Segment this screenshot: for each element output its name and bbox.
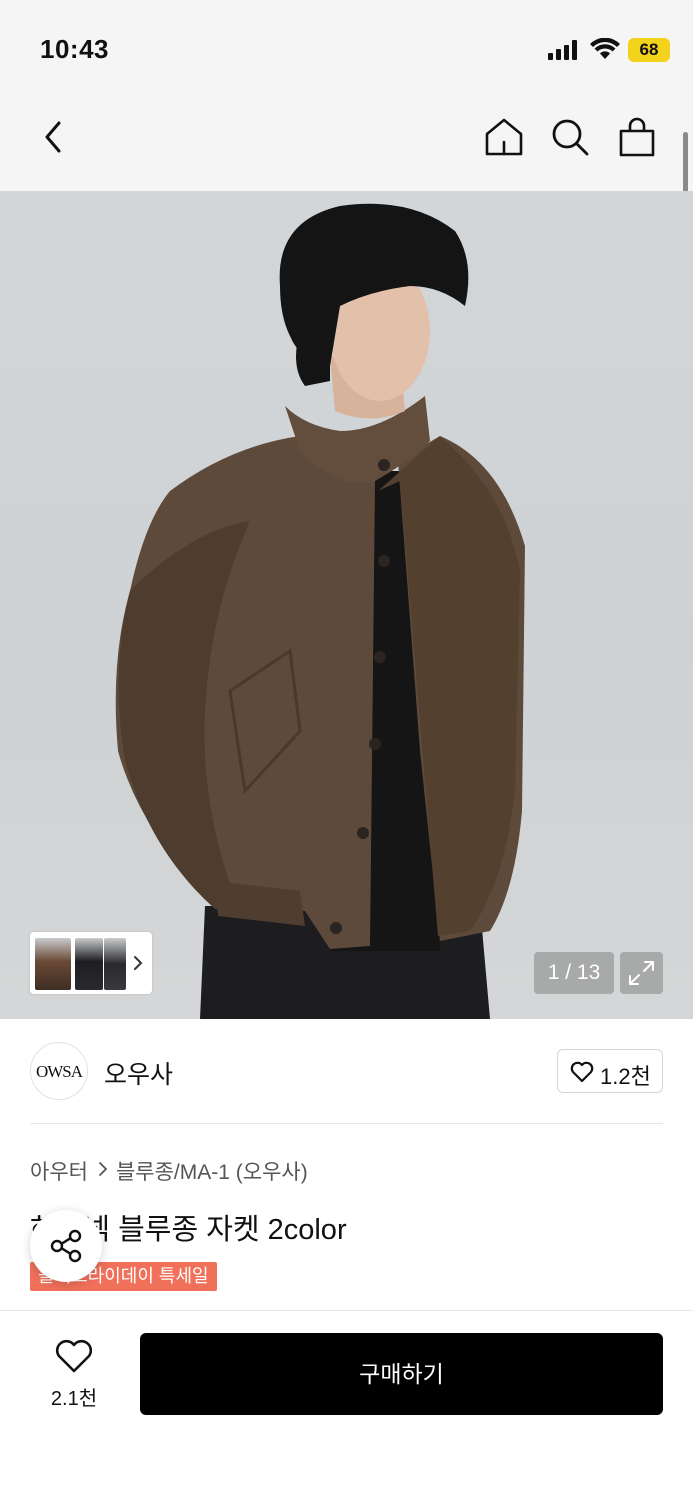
- thumbnail-image[interactable]: [35, 938, 71, 990]
- thumbnail-image[interactable]: [104, 938, 126, 990]
- chevron-right-icon[interactable]: [131, 954, 145, 972]
- breadcrumb-subcategory[interactable]: 블루종/MA-1 (오우사): [116, 1156, 308, 1186]
- fullscreen-button[interactable]: [620, 952, 663, 994]
- buy-button[interactable]: 구매하기: [140, 1333, 663, 1415]
- expand-icon: [629, 961, 654, 985]
- status-time: 10:43: [40, 34, 109, 64]
- heart-outline-icon: [570, 1061, 594, 1083]
- model-photo: [115, 203, 525, 1019]
- home-icon[interactable]: [482, 115, 526, 159]
- battery-indicator: 68: [628, 38, 670, 62]
- heart-outline-icon: [55, 1339, 93, 1373]
- brand-name[interactable]: 오우사: [104, 1055, 173, 1091]
- section-divider: [30, 1123, 663, 1124]
- brand-like-button[interactable]: 1.2천: [557, 1049, 663, 1093]
- search-icon[interactable]: [548, 115, 592, 159]
- wifi-icon: [590, 38, 620, 59]
- back-arrow-icon[interactable]: [32, 115, 76, 159]
- brand-like-count: 1.2천: [600, 1064, 651, 1089]
- cellular-signal-icon: [548, 40, 578, 60]
- image-counter: 1 / 13: [534, 952, 614, 994]
- share-button[interactable]: [30, 1210, 102, 1282]
- wishlist-count: 2.1천: [50, 1388, 98, 1410]
- brand-logo[interactable]: OWSA: [30, 1042, 88, 1100]
- chevron-right-icon: [98, 1159, 108, 1183]
- wishlist-button[interactable]: 2.1천: [48, 1338, 100, 1410]
- thumbnail-strip[interactable]: [30, 932, 152, 994]
- breadcrumb-category[interactable]: 아우터: [30, 1156, 88, 1186]
- product-main-image[interactable]: 1 / 13: [0, 191, 693, 1019]
- shopping-bag-icon[interactable]: [615, 115, 659, 159]
- top-navigation-bar: [0, 95, 693, 191]
- status-bar: 10:43 68: [0, 0, 693, 95]
- breadcrumb: 아우터 블루종/MA-1 (오우사): [30, 1156, 308, 1186]
- thumbnail-image[interactable]: [75, 938, 103, 990]
- share-icon: [50, 1229, 82, 1263]
